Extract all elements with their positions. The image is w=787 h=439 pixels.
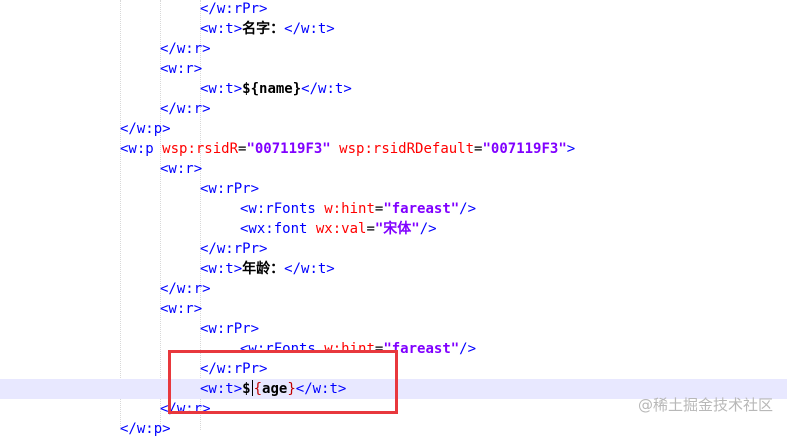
code-token-attr: wx:val (315, 221, 367, 237)
code-token-val: "007119F3" (482, 141, 567, 157)
code-line[interactable]: <w:t>名字：</w:t> (0, 19, 787, 39)
code-token-tag: <w:t> (200, 261, 243, 277)
code-line[interactable]: <w:r> (0, 59, 787, 79)
code-token-tag: </w:rPr> (200, 241, 268, 257)
code-line[interactable]: <w:rFonts w:hint="fareast"/> (0, 199, 787, 219)
code-line[interactable]: <w:p wsp:rsidR="007119F3" wsp:rsidRDefau… (0, 139, 787, 159)
code-token-attr: wsp:rsidRDefault (330, 141, 475, 157)
code-token-tag: /> (459, 341, 477, 357)
code-token-tag: </w:p> (120, 121, 171, 137)
code-token-tag: <wx:font (240, 221, 316, 237)
code-line[interactable]: <w:rPr> (0, 179, 787, 199)
code-token-tag: </w:t> (284, 261, 335, 277)
code-line[interactable]: </w:p> (0, 119, 787, 139)
code-line[interactable]: </w:rPr> (0, 0, 787, 19)
code-token-tag: <w:r> (160, 161, 203, 177)
code-token-tag: </w:rPr> (200, 1, 268, 17)
code-token-tag: </w:t> (284, 21, 335, 37)
code-line[interactable]: </w:p> (0, 419, 787, 439)
code-token-attr: w:hint (324, 201, 375, 217)
code-token-tag: <w:p (120, 141, 163, 157)
code-token-txt: ${name} (242, 81, 302, 97)
code-token-tag: </w:p> (120, 421, 171, 437)
code-token-eq: = (366, 221, 375, 237)
code-line[interactable]: </w:r> (0, 279, 787, 299)
highlight-box (168, 350, 398, 414)
code-line[interactable]: <w:r> (0, 159, 787, 179)
code-token-val: "fareast" (383, 201, 460, 217)
code-line[interactable]: <wx:font wx:val="宋体"/> (0, 219, 787, 239)
code-token-tag: <w:r> (160, 61, 203, 77)
code-token-attr: wsp:rsidR (162, 141, 239, 157)
code-line[interactable]: <w:rPr> (0, 319, 787, 339)
code-token-tag: <w:rPr> (200, 181, 260, 197)
code-token-tag: </w:r> (160, 101, 211, 117)
code-token-val: "007119F3" (246, 141, 331, 157)
code-token-tag: </w:r> (160, 281, 211, 297)
code-line[interactable]: </w:r> (0, 99, 787, 119)
code-token-tag: <w:t> (200, 81, 243, 97)
watermark: @稀土掘金技术社区 (637, 396, 773, 414)
code-token-txt: 年龄： (242, 261, 285, 277)
code-token-tag: /> (419, 221, 437, 237)
code-line[interactable]: </w:r> (0, 39, 787, 59)
code-token-tag: <w:rFonts (240, 201, 325, 217)
code-token-tag: </w:r> (160, 41, 211, 57)
code-line[interactable]: <w:r> (0, 299, 787, 319)
code-line[interactable]: </w:rPr> (0, 239, 787, 259)
code-token-tag: /> (459, 201, 477, 217)
code-token-tag: <w:r> (160, 301, 203, 317)
code-token-tag: </w:t> (301, 81, 352, 97)
code-token-tag: <w:t> (200, 21, 243, 37)
code-line[interactable]: <w:t>年龄：</w:t> (0, 259, 787, 279)
code-token-txt: 名字： (242, 21, 285, 37)
code-token-val: "宋体" (374, 221, 420, 237)
code-token-tag: <w:rPr> (200, 321, 260, 337)
code-line[interactable]: <w:t>${name}</w:t> (0, 79, 787, 99)
code-token-tag: > (566, 141, 576, 157)
